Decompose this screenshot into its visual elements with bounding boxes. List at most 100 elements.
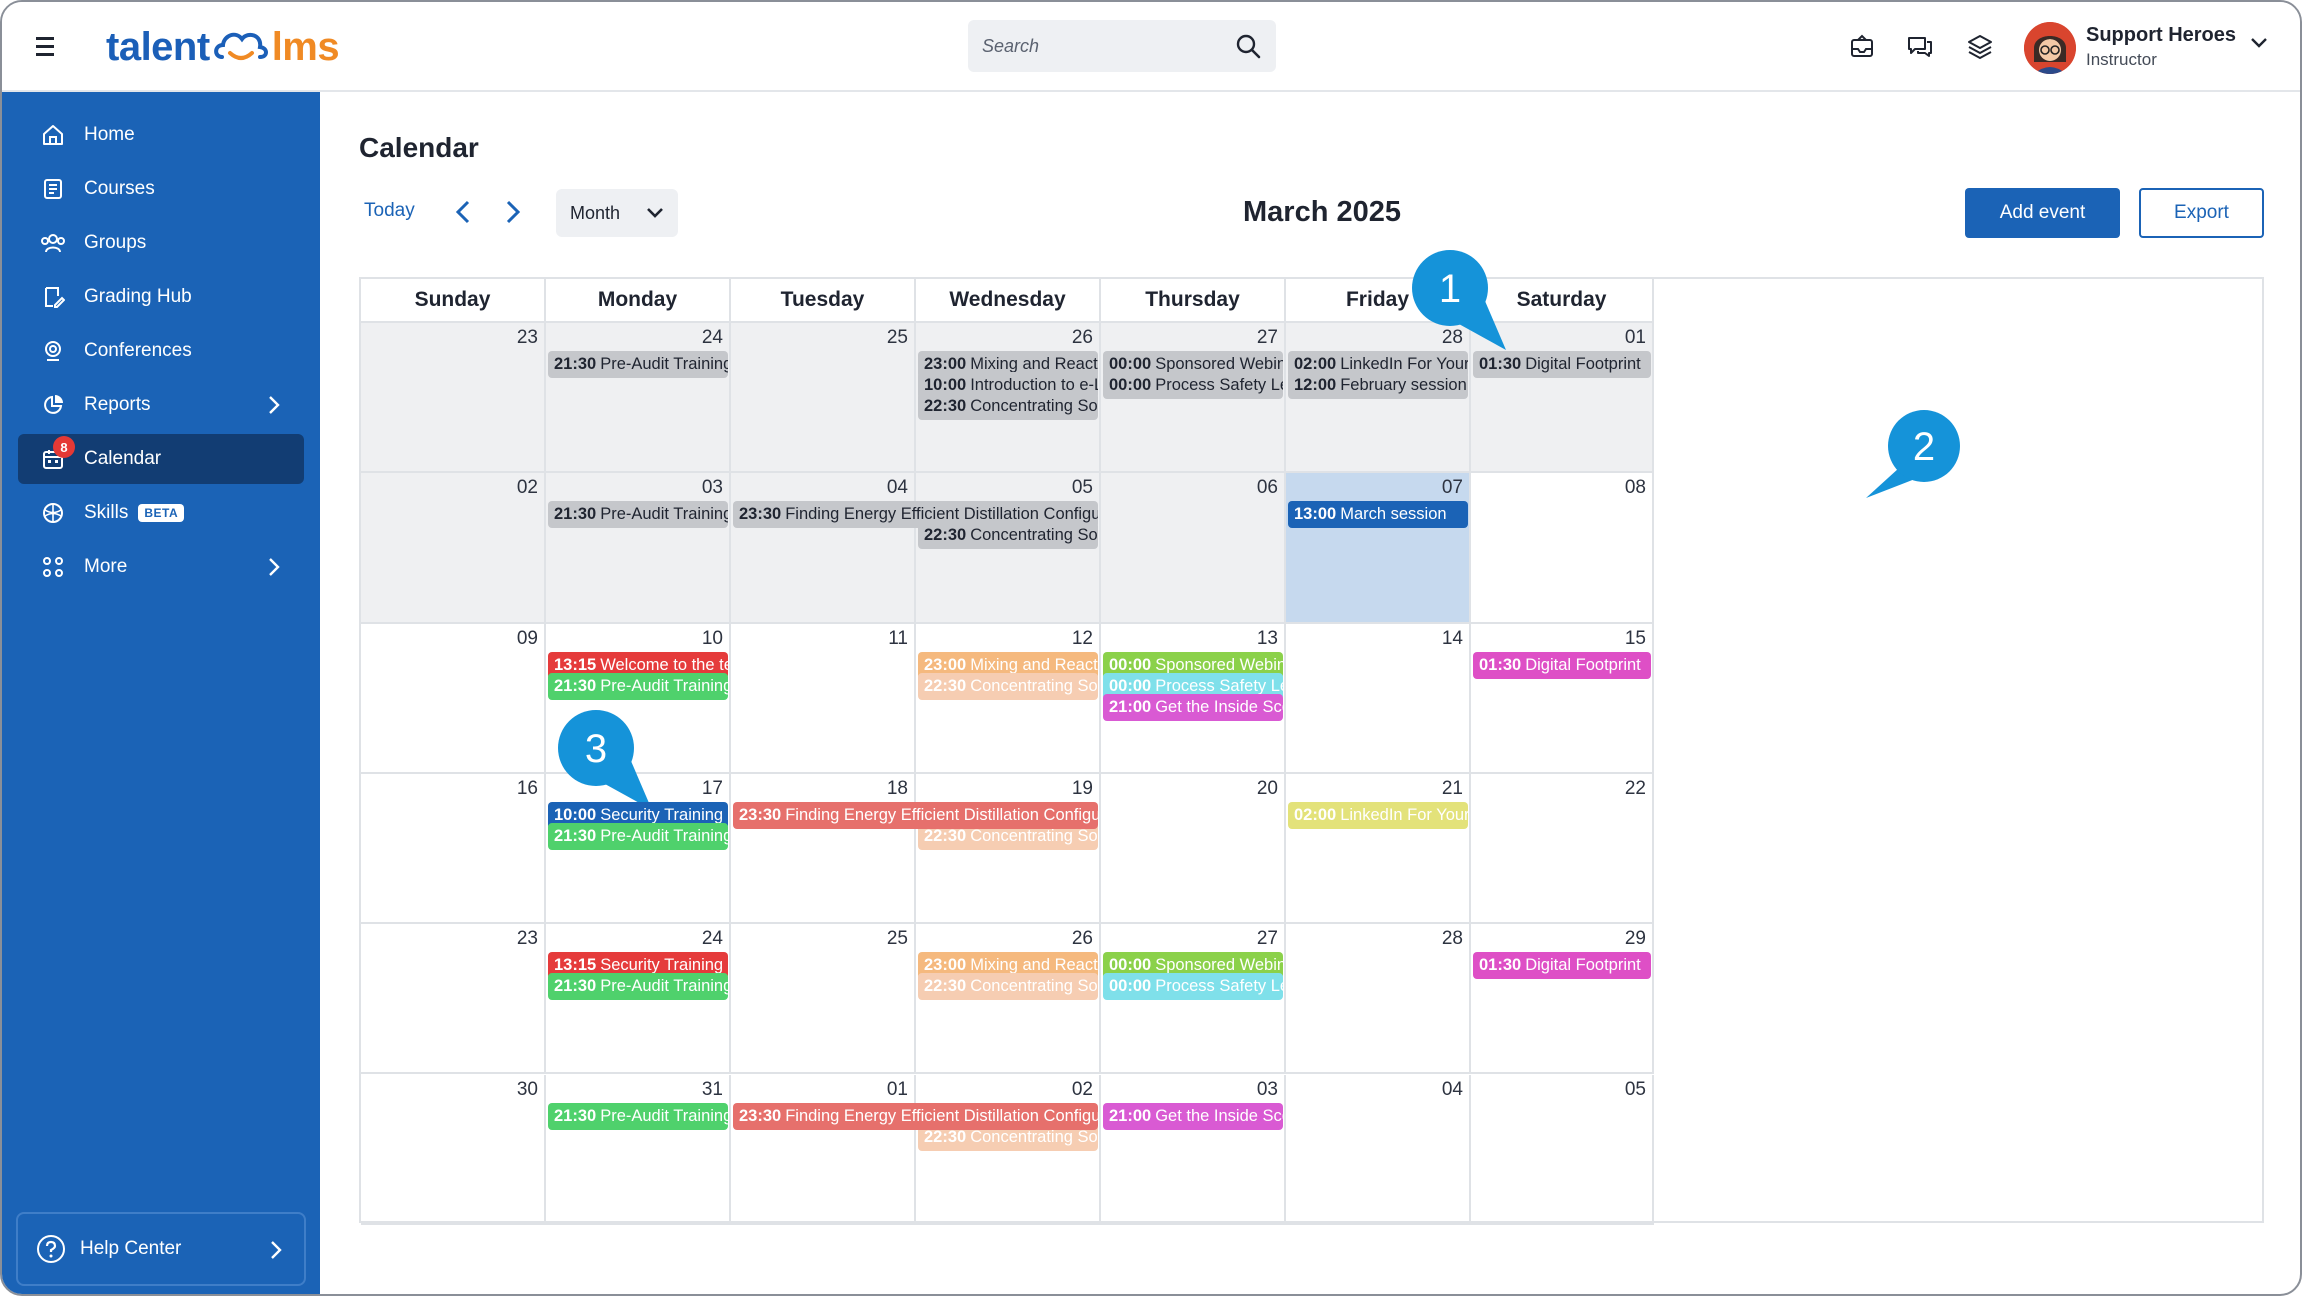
- inbox-icon[interactable]: [1846, 32, 1878, 62]
- calendar-event[interactable]: 21:30 Pre-Audit Training: [548, 351, 728, 378]
- calendar-event[interactable]: 21:00Get the Inside Scoop on Goog: [1103, 1102, 1283, 1130]
- calendar-event[interactable]: 21:30 Pre-Audit Training: [548, 501, 728, 529]
- day-number: 14: [1441, 627, 1463, 649]
- calendar-event[interactable]: 21:30 Pre-Audit Training: [548, 1102, 728, 1130]
- calendar-day-cell[interactable]: 05: [1471, 1074, 1654, 1225]
- calendar-day-cell[interactable]: 23: [361, 924, 546, 1075]
- calendar-day-cell[interactable]: 2102:00LinkedIn For Your Business: [1286, 773, 1471, 925]
- user-menu[interactable]: Support Heroes Instructor: [2024, 20, 2274, 76]
- calendar-event[interactable]: 21:30 Pre-Audit Training: [548, 822, 728, 850]
- calendar-day-cell[interactable]: 25: [731, 323, 916, 474]
- sidebar-item-conferences[interactable]: Conferences: [18, 326, 304, 376]
- calendar-event[interactable]: 12:00 February session: [1288, 372, 1468, 399]
- calendar-day-cell[interactable]: 26 23:00Mixing and Reaction without10:00I…: [916, 323, 1101, 474]
- calendar-event[interactable]: 23:30 Finding Energy Efficient Distillati…: [733, 1102, 1098, 1130]
- calendar-day-cell[interactable]: 02 22:30Concentrating Solar Power: S: [916, 1074, 1101, 1225]
- calendar-day-cell[interactable]: 30: [361, 1074, 546, 1225]
- sidebar-item-more[interactable]: More: [18, 542, 304, 592]
- calendar-day-cell[interactable]: 18 23:30 Finding Energy Efficient Distilla…: [731, 773, 1098, 925]
- day-number: 17: [701, 777, 723, 799]
- calendar-day-cell[interactable]: 29 01:30 Digital Footprint: [1471, 924, 1654, 1075]
- calendar-day-cell[interactable]: 27 00:00Sponsored Webinar: Essentia00:00P…: [1101, 924, 1286, 1075]
- calendar-event[interactable]: 01:30 Digital Footprint: [1473, 952, 1651, 980]
- calendar-day-cell[interactable]: 24 13:15Security Training Session21:30Pre…: [546, 924, 731, 1075]
- search-input[interactable]: [968, 20, 1208, 72]
- calendar-event[interactable]: 21:30 Pre-Audit Training: [548, 973, 728, 1001]
- sidebar-item-grading-hub[interactable]: Grading Hub: [18, 272, 304, 322]
- talentlms-logo[interactable]: talent lms: [106, 20, 340, 74]
- today-button[interactable]: Today: [364, 200, 415, 222]
- event-time: 22:30: [924, 826, 967, 845]
- calendar-day-cell[interactable]: 17 10:00 Security Training 21:30 Pre-Audit T…: [546, 773, 731, 925]
- app-window: talent lms Search Support Heroes Instruc…: [0, 0, 2302, 1296]
- calendar-day-cell[interactable]: 12 23:00Mixing and Reaction without22:30C…: [916, 623, 1101, 774]
- calendar-event[interactable]: 00:00Process Safety Leadership an: [1103, 973, 1283, 1001]
- event-title: Concentrating Solar Power: S: [970, 526, 1098, 545]
- calendar-event[interactable]: 21:30 Pre-Audit Training: [548, 672, 728, 700]
- calendar-day-cell[interactable]: 26 23:00Mixing and Reaction without22:30C…: [916, 924, 1101, 1075]
- calendar-day-cell[interactable]: 09: [361, 623, 546, 774]
- calendar-event[interactable]: 23:30 Finding Energy Efficient Distillati…: [733, 801, 1098, 829]
- help-center-button[interactable]: Help Center: [16, 1212, 306, 1286]
- sidebar-item-skills[interactable]: Skills BETA: [18, 488, 304, 538]
- calendar-day-cell[interactable]: 15 01:30 Digital Footprint: [1471, 623, 1654, 774]
- sidebar-item-reports[interactable]: Reports: [18, 380, 304, 430]
- calendar-day-cell[interactable]: 14: [1286, 623, 1471, 774]
- calendar-day-cell[interactable]: 03 21:30 Pre-Audit Training: [546, 473, 731, 624]
- calendar-day-cell[interactable]: 28: [1286, 924, 1471, 1075]
- event-title: Welcome to the team!: [600, 655, 728, 674]
- calendar-event[interactable]: 01:30 Digital Footprint: [1473, 651, 1651, 679]
- calendar-event[interactable]: 02:00LinkedIn For Your Business: [1288, 801, 1468, 829]
- calendar-day-cell[interactable]: 01 23:30 Finding Energy Efficient Distilla…: [731, 1074, 1098, 1225]
- avatar: [2024, 22, 2076, 74]
- next-month-icon[interactable]: [498, 198, 526, 226]
- search-icon[interactable]: [1234, 32, 1262, 60]
- calendar-event[interactable]: 22:30Concentrating Solar Power: S: [918, 393, 1098, 420]
- calendar-day-cell[interactable]: 01 01:30 Digital Footprint: [1471, 323, 1654, 474]
- layers-icon[interactable]: [1964, 32, 1996, 62]
- calendar-day-cell[interactable]: 13 00:00Sponsored Webinar: Essentia00:00P…: [1101, 623, 1286, 774]
- calendar-day-cell[interactable]: 11: [731, 623, 916, 774]
- calendar-day-cell[interactable]: 16: [361, 773, 546, 925]
- calendar-day-cell[interactable]: 05 22:30Concentrating Solar Power: S: [916, 473, 1101, 624]
- previous-month-icon[interactable]: [450, 198, 478, 226]
- calendar-day-cell[interactable]: 07 13:00 March session: [1286, 473, 1471, 624]
- calendar-day-cell[interactable]: 08: [1471, 473, 1654, 624]
- sidebar-item-courses[interactable]: Courses: [18, 164, 304, 214]
- calendar-event[interactable]: 21:00Get the Inside Scoop on Goog: [1103, 693, 1283, 721]
- calendar-day-cell[interactable]: 23: [361, 323, 546, 474]
- more-icon: [40, 554, 66, 580]
- calendar-day-cell[interactable]: 0321:00Get the Inside Scoop on Goog: [1101, 1074, 1286, 1225]
- calendar-day-cell[interactable]: 27 00:00Sponsored Webinar: Essentia00:00P…: [1101, 323, 1286, 474]
- sidebar-item-calendar[interactable]: 8 Calendar: [18, 434, 304, 484]
- calendar-day-cell[interactable]: 02: [361, 473, 546, 624]
- calendar-day-cell[interactable]: 25: [731, 924, 916, 1075]
- sidebar-item-groups[interactable]: Groups: [18, 218, 304, 268]
- add-event-button[interactable]: Add event: [1965, 188, 2120, 238]
- menu-icon[interactable]: [36, 32, 68, 62]
- chevron-right-icon: [269, 396, 280, 414]
- calendar-event[interactable]: 01:30 Digital Footprint: [1473, 351, 1651, 378]
- calendar-event[interactable]: 23:30 Finding Energy Efficient Distillati…: [733, 501, 1098, 529]
- calendar-event[interactable]: 13:00 March session: [1288, 501, 1468, 529]
- calendar-day-cell[interactable]: 24 21:30 Pre-Audit Training: [546, 323, 731, 474]
- calendar-day-cell[interactable]: 20: [1101, 773, 1286, 925]
- chat-icon[interactable]: [1904, 32, 1936, 62]
- calendar-event[interactable]: 00:00Process Safety Leadership an: [1103, 372, 1283, 399]
- day-number: 25: [886, 928, 908, 950]
- calendar-event[interactable]: 22:30Concentrating Solar Power: S: [918, 973, 1098, 1001]
- calendar-day-cell[interactable]: 22: [1471, 773, 1654, 925]
- calendar-day-cell[interactable]: 04 23:30 Finding Energy Efficient Distilla…: [731, 473, 1098, 624]
- calendar-day-cell[interactable]: 10 13:15Welcome to the team!21:30Pre-Audi…: [546, 623, 731, 774]
- view-select[interactable]: Month: [556, 189, 678, 237]
- calendar-day-cell[interactable]: 19 22:30Concentrating Solar Power: S: [916, 773, 1101, 925]
- calendar-day-cell[interactable]: 06: [1101, 473, 1286, 624]
- export-button[interactable]: Export: [2139, 188, 2264, 238]
- calendar-event[interactable]: 22:30Concentrating Solar Power: S: [918, 672, 1098, 700]
- logo-text-left: talent: [106, 24, 210, 69]
- calendar-day-cell[interactable]: 04: [1286, 1074, 1471, 1225]
- calendar-day-cell[interactable]: 31 21:30 Pre-Audit Training: [546, 1074, 731, 1225]
- event-time: 00:00: [1109, 956, 1152, 975]
- sidebar-item-home[interactable]: Home: [18, 110, 304, 160]
- calendar-day-cell[interactable]: 28 02:00LinkedIn For Your Business12:00Fe…: [1286, 323, 1471, 474]
